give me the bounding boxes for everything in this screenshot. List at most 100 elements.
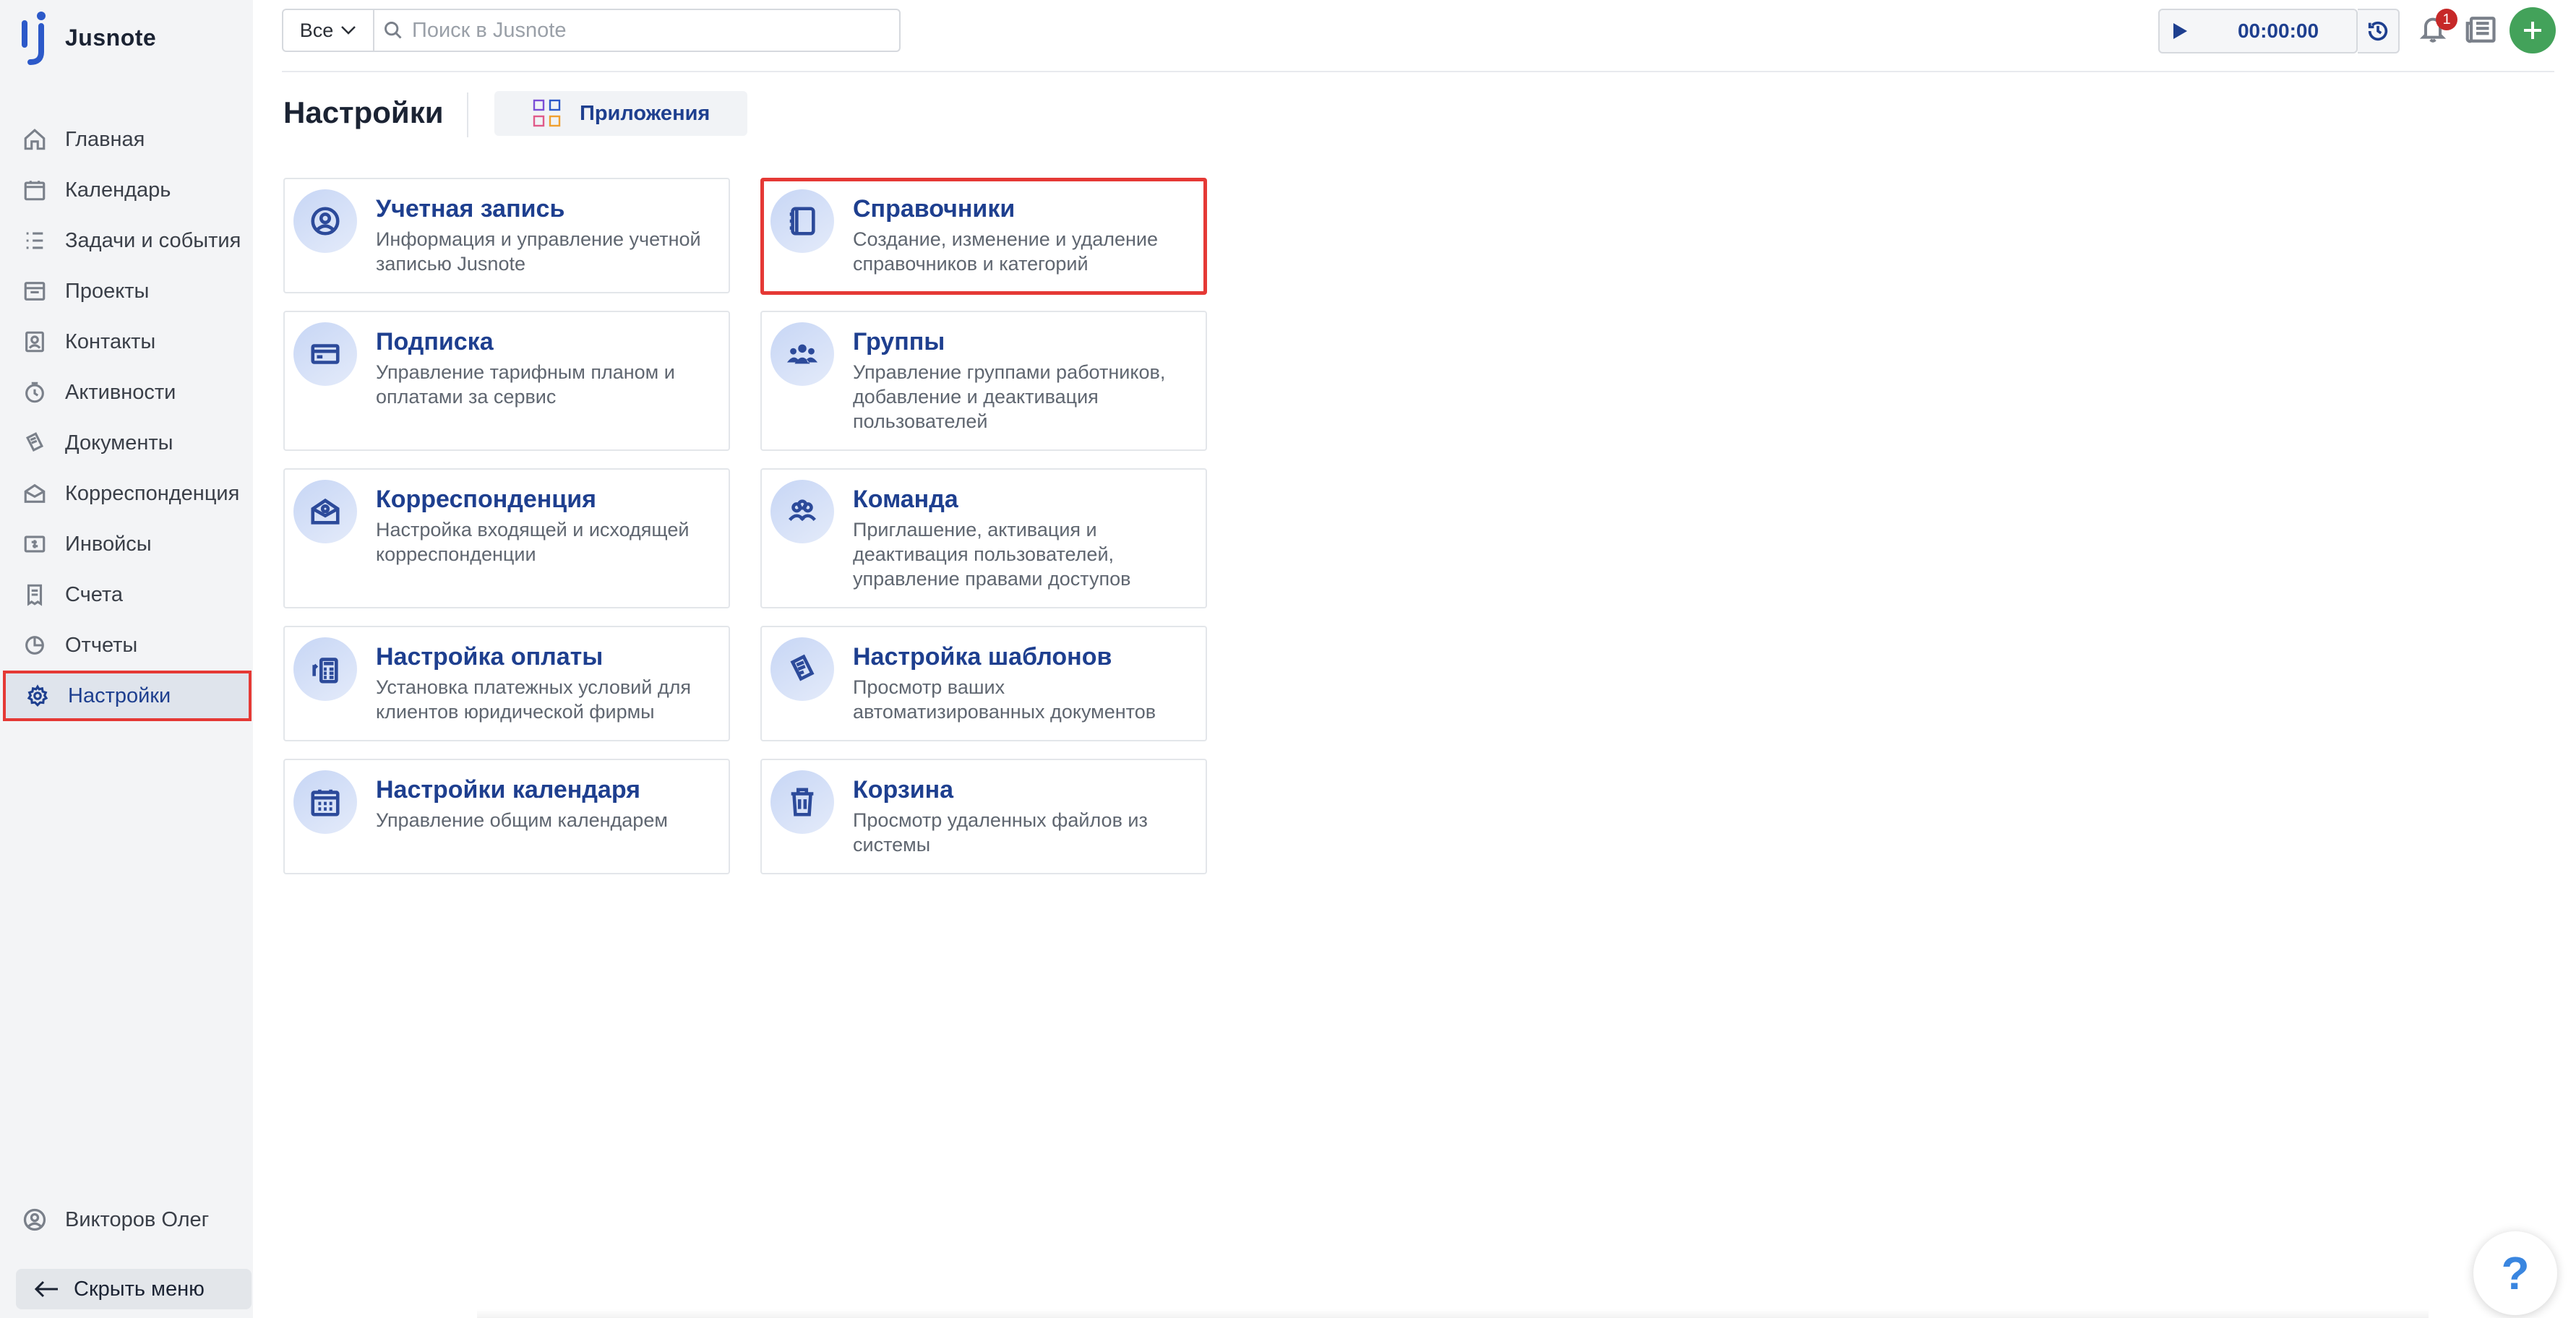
card-title: Корзина bbox=[853, 776, 954, 804]
sidebar-item-invoices[interactable]: Инвойсы bbox=[0, 519, 253, 569]
templates-icon bbox=[770, 637, 834, 701]
sidebar-item-label: Задачи и события bbox=[65, 228, 241, 252]
card-title: Группы bbox=[853, 328, 945, 356]
sidebar-item-reports[interactable]: Отчеты bbox=[0, 620, 253, 671]
credit-card-icon bbox=[293, 322, 357, 386]
card-description: Просмотр ваших автоматизированных докуме… bbox=[853, 676, 1156, 723]
timer: 00:00:00 bbox=[2158, 9, 2358, 53]
card-title: Команда bbox=[853, 486, 958, 513]
sidebar-item-label: Активности bbox=[65, 380, 176, 404]
search-scope-label: Все bbox=[299, 19, 334, 41]
sidebar-item-label: Документы bbox=[65, 431, 173, 455]
sidebar-item-label: Проекты bbox=[65, 279, 150, 303]
logo[interactable]: Jusnote bbox=[19, 10, 156, 65]
accounts-icon bbox=[22, 582, 48, 608]
card-description: Информация и управление учетной записью … bbox=[376, 228, 701, 275]
card-description: Настройка входящей и исходящей корреспон… bbox=[376, 519, 690, 565]
settings-card-account[interactable]: Учетная запись Информация и управление у… bbox=[283, 178, 730, 293]
apps-button-label: Приложения bbox=[580, 101, 710, 125]
reports-icon bbox=[22, 632, 48, 658]
calendar-icon bbox=[22, 177, 48, 203]
search-scope-dropdown[interactable]: Все bbox=[283, 10, 374, 51]
help-button[interactable]: ? bbox=[2473, 1231, 2557, 1315]
contacts-icon bbox=[22, 329, 48, 355]
search-field bbox=[374, 10, 899, 51]
user-profile[interactable]: Викторов Олег bbox=[22, 1207, 209, 1233]
user-circle-icon bbox=[293, 189, 357, 253]
card-description: Приглашение, активация и деактивация пол… bbox=[853, 519, 1131, 590]
sidebar-item-label: Корреспонденция bbox=[65, 481, 240, 505]
correspondence-icon bbox=[22, 481, 48, 507]
play-icon bbox=[2173, 23, 2187, 39]
user-name: Викторов Олег bbox=[65, 1207, 210, 1231]
settings-card-subscription[interactable]: Подписка Управление тарифным планом и оп… bbox=[283, 311, 730, 451]
page-title: Настройки bbox=[283, 95, 444, 129]
settings-card-team[interactable]: Команда Приглашение, активация и деактив… bbox=[760, 468, 1207, 608]
topbar-divider bbox=[282, 71, 2554, 72]
news-button[interactable] bbox=[2465, 14, 2499, 46]
user-icon bbox=[23, 1208, 46, 1231]
sidebar-item-contacts[interactable]: Контакты bbox=[0, 316, 253, 367]
gear-icon bbox=[25, 683, 51, 709]
hide-menu-label: Скрыть меню bbox=[74, 1277, 205, 1301]
activities-icon bbox=[22, 379, 48, 405]
sidebar-item-label: Главная bbox=[65, 127, 145, 151]
card-description: Создание, изменение и удаление справочни… bbox=[853, 228, 1158, 275]
jusnote-logo-icon bbox=[19, 10, 49, 65]
sidebar-item-correspondence[interactable]: Корреспонденция bbox=[0, 468, 253, 519]
documents-icon bbox=[22, 430, 48, 456]
sidebar-item-calendar[interactable]: Календарь bbox=[0, 165, 253, 215]
timer-value: 00:00:00 bbox=[2237, 20, 2319, 42]
sidebar-item-label: Счета bbox=[65, 582, 123, 606]
sidebar-item-activities[interactable]: Активности bbox=[0, 367, 253, 418]
mail-icon bbox=[293, 480, 357, 543]
sidebar-item-label: Календарь bbox=[65, 178, 171, 202]
chevron-down-icon bbox=[341, 26, 356, 35]
team-icon bbox=[770, 480, 834, 543]
card-title: Настройка шаблонов bbox=[853, 643, 1112, 671]
card-title: Настройка оплаты bbox=[376, 643, 604, 671]
sidebar-item-tasks[interactable]: Задачи и события bbox=[0, 215, 253, 266]
settings-card-correspondence[interactable]: Корреспонденция Настройка входящей и исх… bbox=[283, 468, 730, 608]
sidebar-item-documents[interactable]: Документы bbox=[0, 418, 253, 468]
sidebar-item-home[interactable]: Главная bbox=[0, 114, 253, 165]
settings-card-templates[interactable]: Настройка шаблонов Просмотр ваших автома… bbox=[760, 626, 1207, 741]
add-button[interactable] bbox=[2510, 7, 2556, 53]
sidebar-item-label: Настройки bbox=[68, 684, 171, 707]
arrow-left-icon bbox=[34, 1280, 58, 1298]
invoice-icon bbox=[22, 531, 48, 557]
notifications-badge: 1 bbox=[2436, 9, 2457, 30]
settings-card-trash[interactable]: Корзина Просмотр удаленных файлов из сис… bbox=[760, 759, 1207, 874]
search-icon bbox=[385, 22, 402, 39]
sidebar-item-projects[interactable]: Проекты bbox=[0, 266, 253, 316]
apps-button[interactable]: Приложения bbox=[494, 91, 747, 136]
trash-icon bbox=[770, 770, 834, 834]
sidebar-item-accounts[interactable]: Счета bbox=[0, 569, 253, 620]
app-root: Jusnote Главная Календарь Задачи и событ… bbox=[0, 0, 2576, 1318]
calculator-icon bbox=[293, 637, 357, 701]
settings-card-groups[interactable]: Группы Управление группами работников, д… bbox=[760, 311, 1207, 451]
apps-grid-icon bbox=[533, 99, 561, 127]
card-description: Просмотр удаленных файлов из системы bbox=[853, 809, 1148, 856]
sidebar-item-label: Инвойсы bbox=[65, 532, 152, 556]
notifications-button[interactable]: 1 bbox=[2418, 9, 2457, 48]
card-title: Учетная запись bbox=[376, 195, 565, 223]
sidebar-nav: Главная Календарь Задачи и события Проек… bbox=[0, 114, 253, 721]
app-name: Jusnote bbox=[65, 24, 157, 51]
hide-menu-button[interactable]: Скрыть меню bbox=[16, 1269, 252, 1309]
sidebar-item-settings[interactable]: Настройки bbox=[3, 671, 252, 721]
card-title: Корреспонденция bbox=[376, 486, 596, 513]
settings-card-directories[interactable]: Справочники Создание, изменение и удален… bbox=[760, 178, 1207, 295]
search-input[interactable] bbox=[412, 18, 860, 43]
plus-icon bbox=[2524, 22, 2541, 39]
newspaper-icon bbox=[2465, 17, 2496, 43]
sidebar-item-label: Отчеты bbox=[65, 633, 138, 657]
timer-history-button[interactable] bbox=[2358, 9, 2400, 53]
settings-card-calendar[interactable]: Настройки календаря Управление общим кал… bbox=[283, 759, 730, 874]
topbar: Все 00:00:00 1 bbox=[253, 0, 2576, 72]
settings-card-payment[interactable]: Настройка оплаты Установка платежных усл… bbox=[283, 626, 730, 741]
group-icon bbox=[770, 322, 834, 386]
card-description: Управление группами работников, добавлен… bbox=[853, 361, 1166, 432]
timer-play-button[interactable] bbox=[2160, 22, 2200, 40]
home-icon bbox=[22, 126, 48, 152]
